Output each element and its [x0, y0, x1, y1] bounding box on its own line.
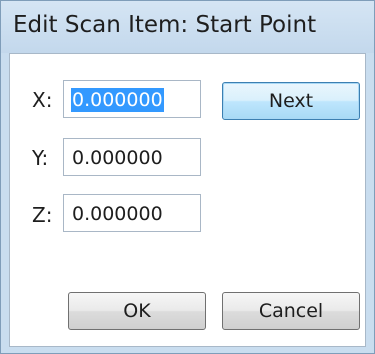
y-field[interactable]: 0.000000 [63, 138, 201, 176]
y-field-value: 0.000000 [72, 147, 163, 169]
y-label: Y: [32, 146, 49, 170]
edit-scan-item-dialog: Edit Scan Item: Start Point X: 0.000000 … [0, 0, 375, 354]
x-label: X: [32, 88, 53, 112]
cancel-button[interactable]: Cancel [222, 292, 360, 330]
x-field[interactable]: 0.000000 [63, 80, 201, 118]
title-bar[interactable]: Edit Scan Item: Start Point [1, 1, 374, 53]
next-button-label: Next [268, 90, 314, 112]
dialog-title: Edit Scan Item: Start Point [13, 12, 317, 38]
z-field[interactable]: 0.000000 [63, 194, 201, 232]
ok-button-label: OK [123, 300, 151, 322]
next-button[interactable]: Next [222, 82, 360, 120]
z-field-value: 0.000000 [72, 203, 163, 225]
dialog-body: X: 0.000000 Y: 0.000000 Z: 0.000000 Next… [9, 53, 366, 347]
z-label: Z: [32, 203, 53, 227]
cancel-button-label: Cancel [258, 300, 324, 322]
x-field-value: 0.000000 [71, 88, 164, 112]
ok-button[interactable]: OK [68, 292, 206, 330]
